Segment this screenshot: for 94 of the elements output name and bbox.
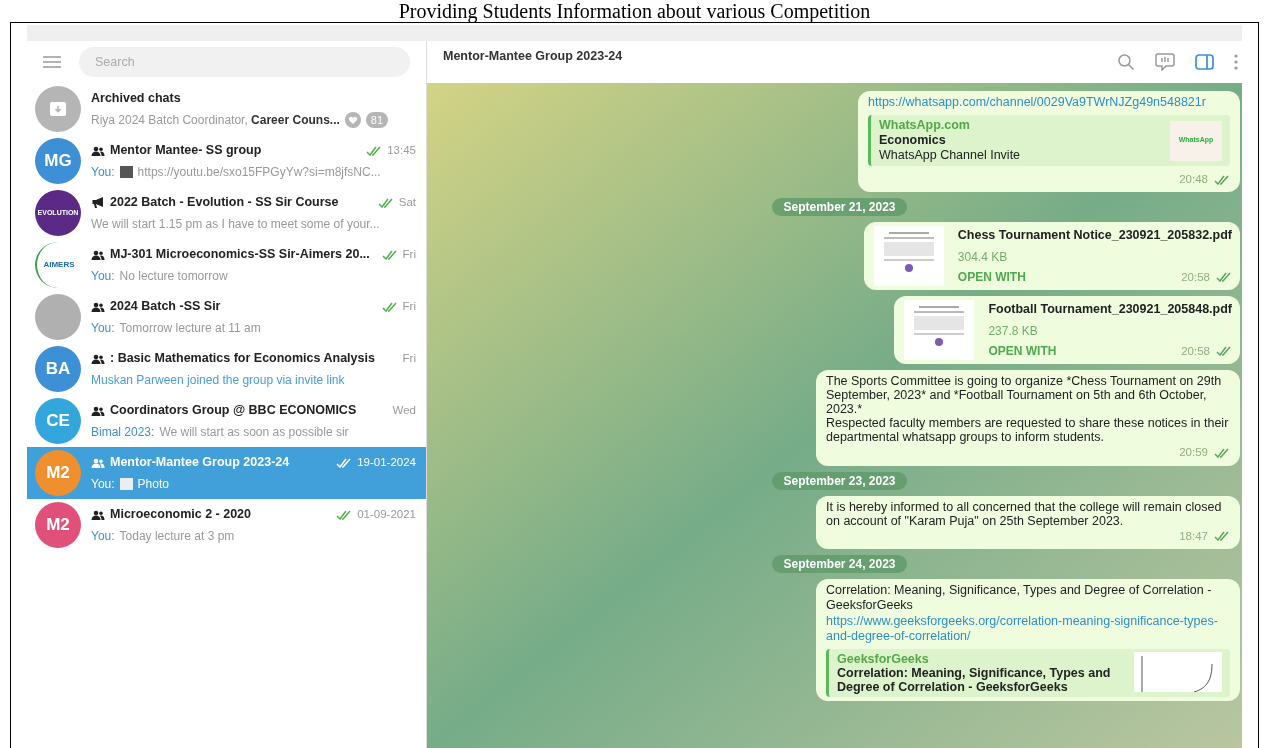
group-icon (91, 301, 105, 312)
double-check-icon (1216, 346, 1232, 357)
message-time: 20:48 (1179, 172, 1208, 187)
chat-title: : Basic Mathematics for Economics Analysis (110, 350, 375, 368)
double-check-icon (1214, 531, 1230, 542)
message-text: Correlation: Meaning, Significance, Types and Degree of Correlation - GeeksforGeeks (826, 582, 1213, 613)
file-name: Chess Tournament Notice_230921_205832.pdf (957, 227, 1232, 245)
chat-title: Microeconomic 2 - 2020 (110, 506, 252, 524)
preview-description: WhatsApp Channel Invite (879, 148, 1022, 163)
chat-time: Fri (402, 298, 416, 314)
double-check-icon (336, 457, 353, 468)
group-icon (91, 405, 105, 416)
chat-time: Sat (398, 194, 416, 210)
double-check-icon (1214, 174, 1230, 185)
speech-bubble-icon[interactable] (1155, 53, 1175, 71)
document-thumbnail (904, 300, 975, 361)
chat-time: Fri (402, 246, 416, 262)
chat-item[interactable]: Archived chats Riya 2024 Batch Coordinator, Career Couns... 81 (27, 83, 426, 135)
chat-preview: Riya 2024 Batch Coordinator, Career Couns... (91, 111, 340, 129)
avatar: BA (35, 346, 81, 392)
link[interactable]: https://www.geeksforgeeks.org/correlation-meaning-significance-types-and-degree-of-correlation/ (826, 613, 1230, 644)
chat-preview: https://youtu.be/sxo15FPGyYw?si=m8jfsNC... (137, 163, 381, 181)
file-size: 237.8 KB (988, 322, 1039, 340)
chat-title: Mentor Mantee- SS group (110, 142, 262, 160)
chat-preview: Muskan Parween joined the group via invite link (91, 371, 345, 389)
group-icon (91, 509, 105, 520)
chat-title: 2022 Batch - Evolution - SS Sir Course (110, 194, 339, 212)
avatar: M2 (35, 450, 81, 496)
sender-name: You: (91, 475, 115, 493)
sender-name: You: (91, 267, 115, 285)
avatar: MG (35, 138, 81, 184)
group-icon (91, 249, 105, 260)
sender-name: You: (91, 527, 115, 545)
chat-time: 01-09-2021 (357, 506, 416, 522)
message-text: It is hereby informed to all concerned that the college will remain closed on account of "Karam Puja" on 25th September 2023. (826, 499, 1223, 528)
double-check-icon (1214, 447, 1230, 458)
chat-preview: We will start 1.15 pm as I have to meet some of your... (91, 215, 380, 233)
chat-time: Wed (392, 402, 416, 418)
chat-preview: Tomorrow lecture at 11 am (119, 319, 261, 337)
file-name: Football Tournament_230921_205848.pdf (988, 301, 1232, 319)
link[interactable]: https://whatsapp.com/channel/0029Va9TWrNJZg49n548821r (868, 95, 1230, 110)
date-separator: September 21, 2023 (772, 198, 907, 217)
more-icon[interactable] (1234, 54, 1238, 70)
chat-title: Mentor-Mantee Group 2023-24 (110, 454, 290, 472)
chat-preview: Today lecture at 3 pm (119, 527, 235, 545)
chat-preview: Photo (137, 475, 169, 493)
search-icon[interactable] (1117, 53, 1135, 71)
menu-icon[interactable] (43, 56, 61, 68)
chat-time: 13:45 (387, 142, 416, 158)
chat-preview: No lecture tomorrow (119, 267, 228, 285)
chat-preview: We will start as soon as possible sir (159, 423, 349, 441)
file-size: 304.4 KB (957, 248, 1009, 266)
double-check-icon (366, 145, 383, 156)
message-text: The Sports Committee is going to organize *Chess Tournament on 29th September, 2023* and *Football Tournament on 5th and 6th October, 2023.* (826, 374, 1223, 417)
document-caption: Providing Students Information about various Competition (398, 1, 871, 22)
chat-title: Mentor-Mantee Group 2023-24 (443, 48, 623, 65)
group-icon (91, 353, 105, 364)
chat-time: 19-01-2024 (357, 454, 416, 470)
sender-name: You: (91, 163, 115, 181)
message-time: 20:59 (1179, 445, 1208, 461)
avatar: M2 (35, 502, 81, 548)
document-thumbnail (873, 226, 944, 287)
date-separator: September 23, 2023 (772, 471, 907, 490)
double-check-icon (336, 509, 353, 520)
sidebar-toggle-icon[interactable] (1195, 54, 1214, 70)
double-check-icon (377, 197, 394, 208)
chat-title: 2024 Batch -SS Sir (110, 298, 221, 316)
message-time: 20:58 (1181, 269, 1210, 285)
video-thumbnail (119, 165, 133, 178)
group-icon (91, 145, 105, 156)
preview-title: Economics (879, 133, 947, 148)
chat-time: Fri (402, 350, 416, 366)
avatar: CE (35, 398, 81, 444)
message-time: 20:58 (1181, 343, 1210, 359)
sender-name: You: (91, 319, 115, 337)
archive-icon (35, 86, 81, 132)
group-icon (91, 457, 105, 468)
preview-title: Correlation: Meaning, Significance, Types and Degree of Correlation - GeeksforGeeks (837, 665, 1112, 694)
double-check-icon (381, 249, 398, 260)
double-check-icon (1216, 272, 1232, 283)
chat-title: Coordinators Group @ BBC ECONOMICS (110, 402, 357, 420)
sender-name: Bimal 2023: (91, 423, 155, 441)
preview-site: GeeksforGeeks (837, 651, 930, 666)
preview-site: WhatsApp.com (879, 118, 971, 133)
unread-count-badge: 81 (365, 111, 389, 129)
megaphone-icon (91, 197, 105, 208)
photo-thumbnail (119, 477, 133, 490)
message-text: Respected faculty members are requested to share these notices in their departmental whatsapp groups to inform students. (826, 416, 1230, 445)
search-field[interactable]: Search (79, 47, 410, 77)
message-time: 18:47 (1179, 528, 1208, 544)
chat-title: Archived chats (91, 90, 182, 108)
double-check-icon (381, 301, 398, 312)
chat-title: MJ-301 Microeconomics-SS Sir-Aimers 20... (110, 246, 370, 264)
date-separator: September 24, 2023 (772, 554, 907, 573)
